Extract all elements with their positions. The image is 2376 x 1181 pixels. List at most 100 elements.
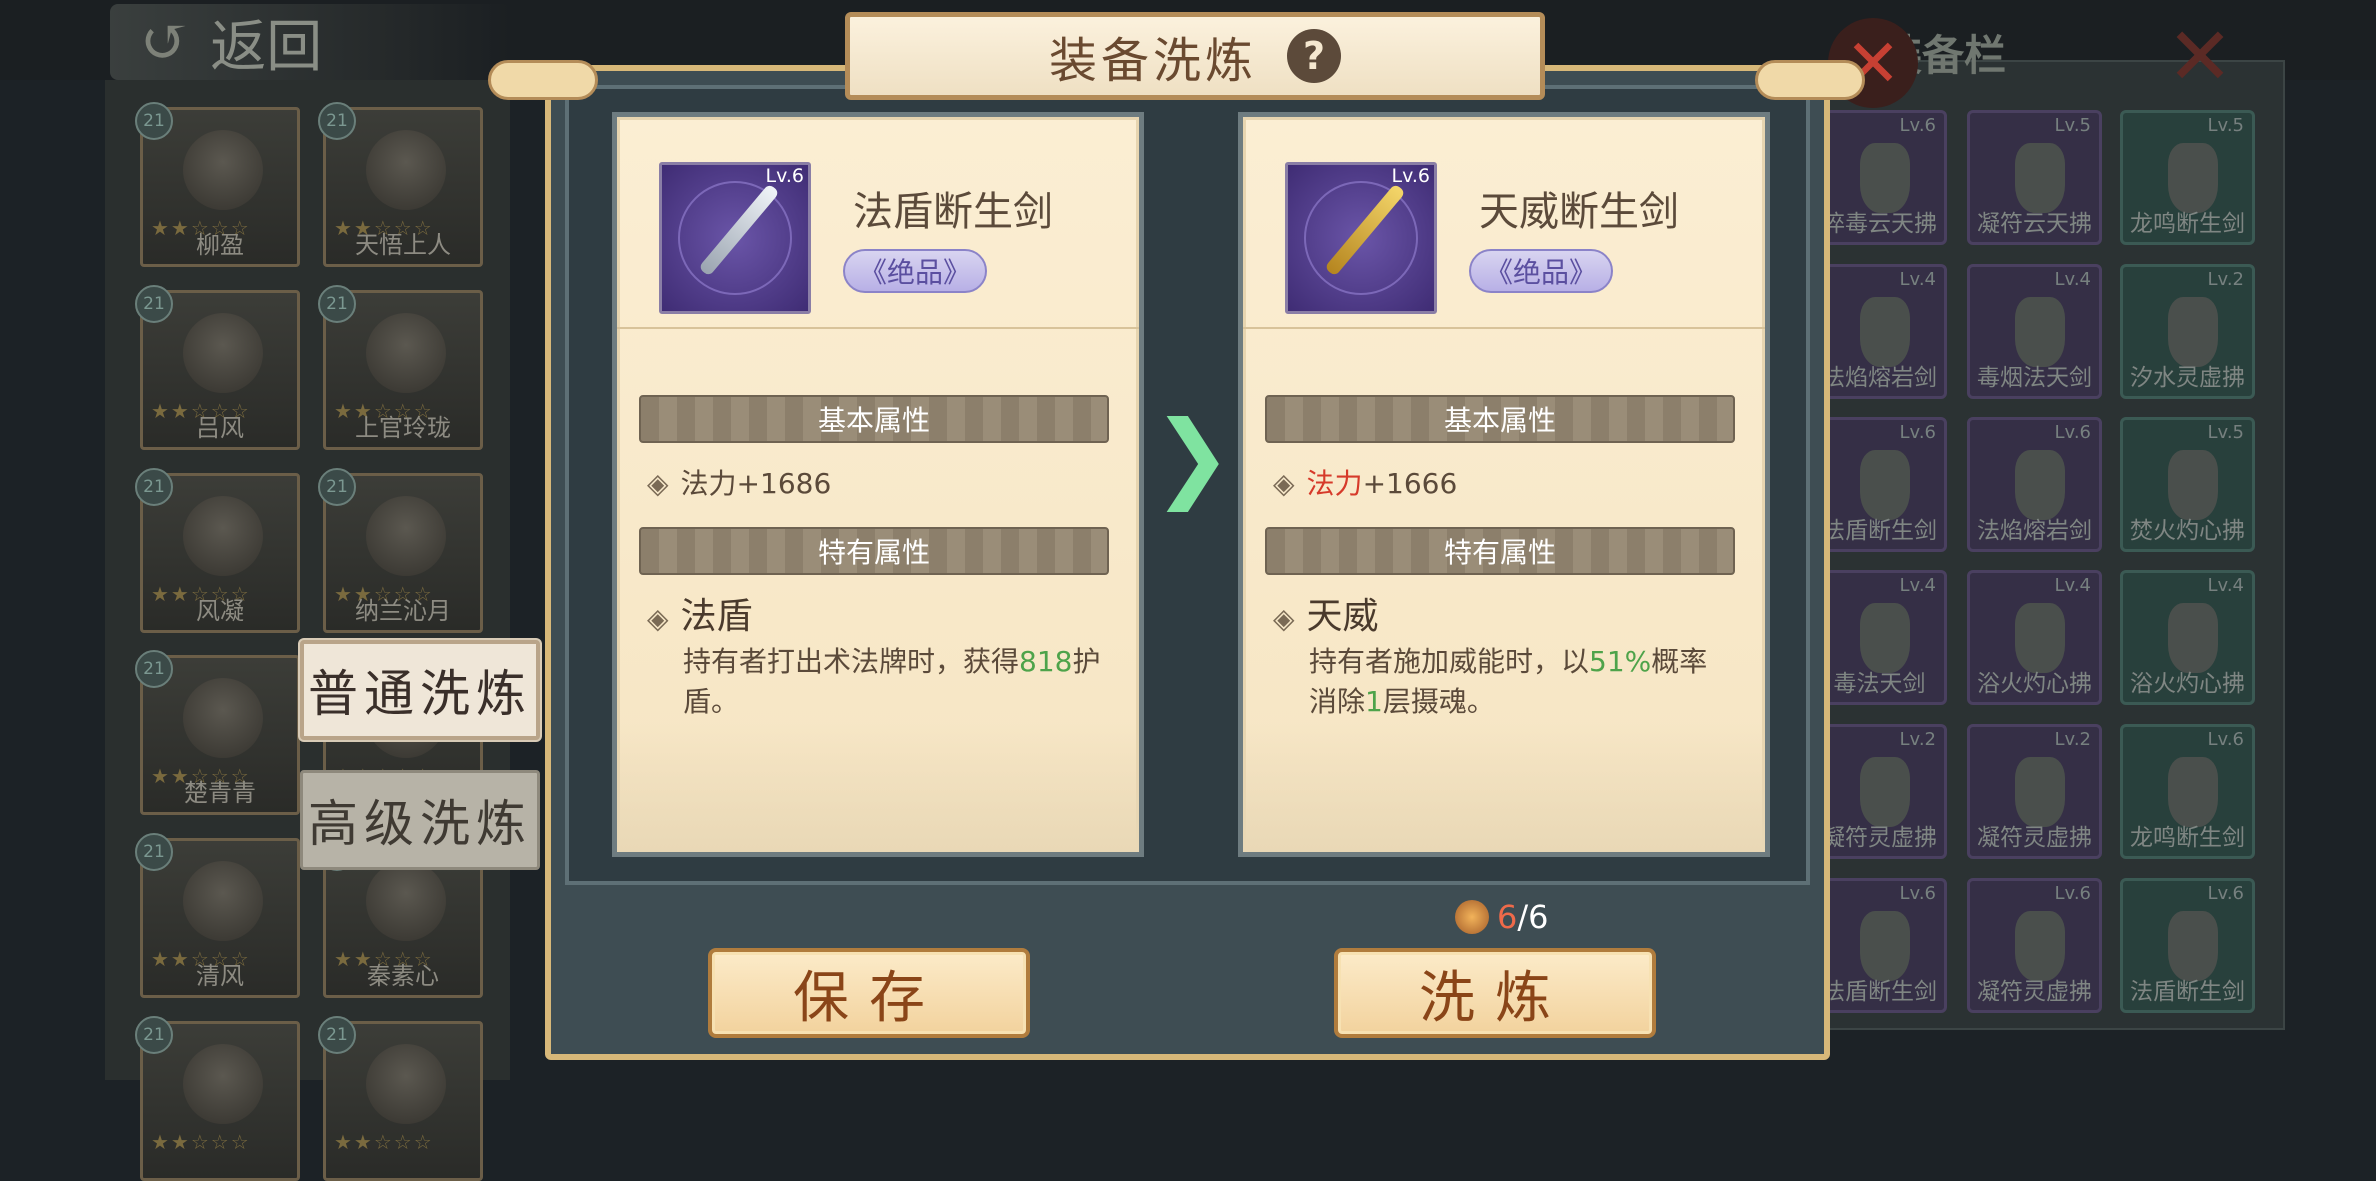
modal-title: 装备洗炼 [1048, 33, 1257, 89]
equipment-name: 毒烟法天剑 [1977, 365, 2092, 391]
equipment-level: Lv.6 [1899, 422, 1936, 443]
hero-level: 21 [318, 1016, 356, 1054]
hero-portrait [366, 861, 446, 941]
basic-attr-header: 基本属性 [639, 395, 1109, 443]
equipment-name: 凝符灵虚拂 [1822, 825, 1937, 851]
hero-level: 21 [318, 285, 356, 323]
equipment-icon [2015, 450, 2065, 520]
result-item-name: 天威断生剑 [1479, 189, 1679, 235]
equipment-icon [1860, 603, 1910, 673]
equipment-icon [2168, 450, 2218, 520]
result-sword-icon[interactable]: Lv.6 [1285, 162, 1437, 314]
equipment-level: Lv.6 [1899, 883, 1936, 904]
equipment-slot[interactable]: Lv.2 汐水灵虚拂 [2120, 264, 2255, 399]
back-label: 返回 [210, 14, 323, 80]
hero-portrait [366, 130, 446, 210]
hero-name: 秦素心 [367, 962, 439, 990]
hero-level: 21 [135, 833, 173, 871]
equipment-name: 浴火灼心拂 [1977, 671, 2092, 697]
header-ornament-left [488, 60, 598, 100]
help-icon[interactable]: ? [1287, 29, 1341, 83]
current-special-name-text: 法盾 [680, 596, 753, 637]
hero-roster: 21 ★★☆☆☆ 柳盈 21 ★★☆☆☆ 天悟上人 21 ★★☆☆☆ 吕风 21 ★★☆☆☆ 上官玲珑… [105, 80, 510, 1181]
equipment-slot[interactable]: Lv.4 浴火灼心拂 [2120, 570, 2255, 705]
current-sword-icon[interactable]: Lv.6 [659, 162, 811, 314]
equipment-icon [2015, 297, 2065, 367]
equipment-slot[interactable]: Lv.5 焚火灼心拂 [2120, 417, 2255, 552]
hero-card[interactable]: 21 ★★☆☆☆ 柳盈 [135, 102, 300, 267]
hero-card[interactable]: 21 ★★☆☆☆ 楚青青 [135, 650, 300, 815]
refine-stone-icon [1455, 900, 1489, 934]
result-special-name-text: 天威 [1306, 596, 1379, 637]
result-quality: 绝品 [1512, 256, 1569, 289]
hero-card[interactable]: 21 ★★☆☆☆ 吕风 [135, 285, 300, 450]
hero-card[interactable]: 21 ★★☆☆☆ 清风 [135, 833, 300, 998]
hero-name: 清风 [196, 962, 244, 990]
equipment-slot[interactable]: Lv.4 毒烟法天剑 [1967, 264, 2102, 399]
equipment-icon [2015, 911, 2065, 981]
equipment-slot[interactable]: Lv.6 法盾断生剑 [2120, 878, 2255, 1013]
tab-advanced-refine[interactable]: 高级洗炼 [300, 770, 540, 870]
hero-portrait [183, 130, 263, 210]
equipment-level: Lv.2 [2207, 269, 2244, 290]
back-arrow-icon: ↺ [140, 7, 191, 77]
close-panel-icon[interactable]: ✕ [2150, 6, 2250, 106]
hero-card[interactable]: 21 ★★☆☆☆ [135, 1016, 300, 1181]
equipment-slot[interactable]: Lv.5 龙鸣断生剑 [2120, 110, 2255, 245]
equipment-name: 法盾断生剑 [1822, 518, 1937, 544]
result-level: Lv.6 [1391, 165, 1430, 187]
hero-level: 21 [135, 1016, 173, 1054]
equipment-slot[interactable]: Lv.4 法焰熔岩剑 [1812, 264, 1947, 399]
equipment-icon [1860, 450, 1910, 520]
result-equipment-card: Lv.6 天威断生剑 《绝品》 基本属性 ◈ 法力+1666 特有属性 ◈ 天威 持… [1238, 112, 1770, 857]
equipment-icon [2168, 757, 2218, 827]
equipment-name: 焚火灼心拂 [2130, 518, 2245, 544]
equipment-name: 龙鸣断生剑 [2130, 825, 2245, 851]
equipment-name: 汐水灵虚拂 [2130, 365, 2245, 391]
result-desc-pct: 51% [1589, 645, 1652, 678]
chevron-right-icon: ❯ [1152, 400, 1233, 512]
equipment-slot[interactable]: Lv.6 龙鸣断生剑 [2120, 724, 2255, 859]
equipment-slot[interactable]: Lv.6 凝符灵虚拂 [1967, 878, 2102, 1013]
equipment-name: 法盾断生剑 [2130, 979, 2245, 1005]
result-basic-stat: ◈ 法力+1666 [1273, 467, 1458, 500]
hero-level: 21 [135, 285, 173, 323]
hero-portrait [366, 496, 446, 576]
refine-button[interactable]: 洗炼 [1334, 948, 1656, 1038]
back-button[interactable]: ↺ 返回 [110, 4, 510, 80]
save-button[interactable]: 保存 [708, 948, 1030, 1038]
equipment-slot[interactable]: Lv.4 浴火灼心拂 [1967, 570, 2102, 705]
hero-level: 21 [135, 468, 173, 506]
hero-portrait [183, 313, 263, 393]
hero-card[interactable]: 21 ★★☆☆☆ 天悟上人 [318, 102, 483, 267]
hero-card[interactable]: 21 ★★☆☆☆ [318, 1016, 483, 1181]
current-basic-stat-text: 法力+1686 [680, 467, 832, 500]
hero-portrait [183, 678, 263, 758]
equipment-slot[interactable]: Lv.6 法盾断生剑 [1812, 417, 1947, 552]
equipment-slot[interactable]: Lv.4 毒法天剑 [1812, 570, 1947, 705]
mountain-decoration [617, 722, 1139, 852]
hero-card[interactable]: 21 ★★☆☆☆ 上官玲珑 [318, 285, 483, 450]
current-quality: 绝品 [886, 256, 943, 289]
equipment-slot[interactable]: Lv.6 法焰熔岩剑 [1967, 417, 2102, 552]
equipment-level: Lv.5 [2054, 115, 2091, 136]
hero-card[interactable]: 21 ★★☆☆☆ 风凝 [135, 468, 300, 633]
equipment-icon [2168, 143, 2218, 213]
equipment-level: Lv.6 [2207, 883, 2244, 904]
hero-stars: ★★☆☆☆ [151, 1130, 251, 1154]
equipment-slot[interactable]: Lv.6 淬毒云天拂 [1812, 110, 1947, 245]
equipment-slot[interactable]: Lv.6 法盾断生剑 [1812, 878, 1947, 1013]
equipment-slot[interactable]: Lv.2 凝符灵虚拂 [1812, 724, 1947, 859]
equipment-level: Lv.2 [1899, 729, 1936, 750]
equipment-icon [1860, 297, 1910, 367]
result-special-desc: 持有者施加威能时，以51%概率消除1层摄魂。 [1309, 642, 1729, 722]
equipment-name: 淬毒云天拂 [1822, 211, 1937, 237]
stone-max: /6 [1517, 898, 1549, 936]
equipment-slot[interactable]: Lv.2 凝符灵虚拂 [1967, 724, 2102, 859]
equipment-name: 法盾断生剑 [1822, 979, 1937, 1005]
hero-name: 纳兰沁月 [355, 597, 451, 625]
hero-card[interactable]: 21 ★★☆☆☆ 纳兰沁月 [318, 468, 483, 633]
equipment-slot[interactable]: Lv.5 凝符云天拂 [1967, 110, 2102, 245]
tab-normal-refine[interactable]: 普通洗炼 [300, 640, 540, 740]
equipment-level: Lv.4 [2207, 575, 2244, 596]
